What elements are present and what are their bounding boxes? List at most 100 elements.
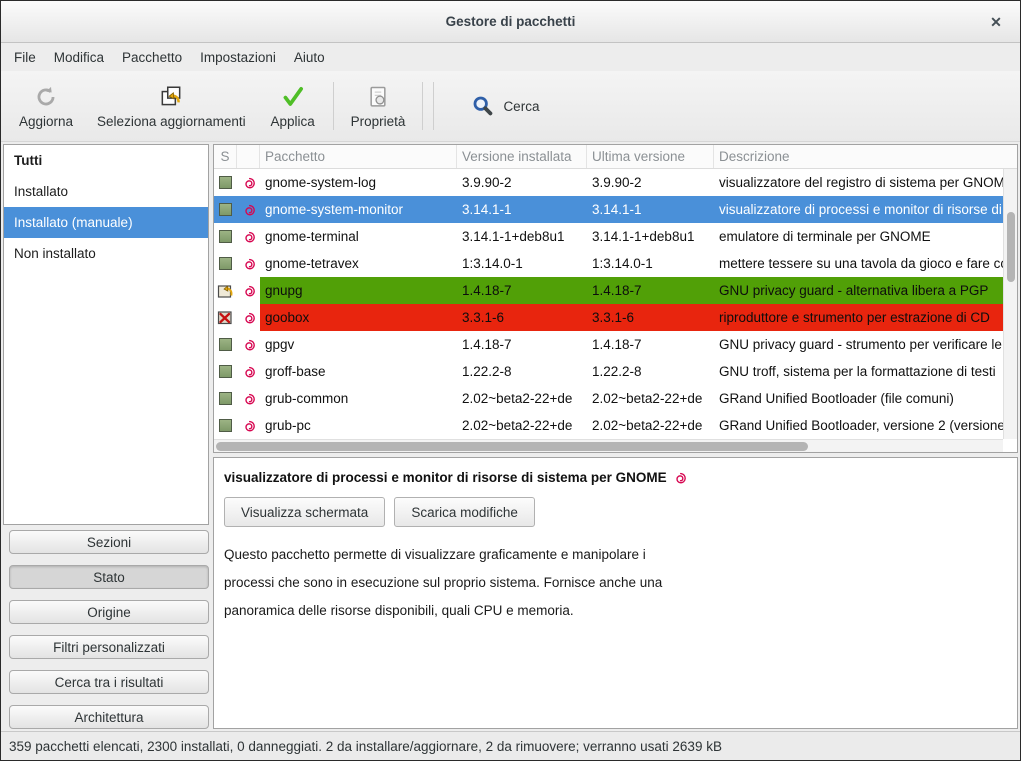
- sidebar-button[interactable]: Origine: [9, 600, 209, 624]
- column-header-status[interactable]: S: [214, 145, 237, 168]
- table-row[interactable]: gnome-system-monitor 3.14.1-1 3.14.1-1 v…: [214, 196, 1003, 223]
- latest-version: 3.14.1-1+deb8u1: [587, 223, 714, 250]
- table-row[interactable]: goobox 3.3.1-6 3.3.1-6 riproduttore e st…: [214, 304, 1003, 331]
- screenshot-button[interactable]: Visualizza schermata: [224, 497, 385, 527]
- menu-file[interactable]: File: [5, 46, 45, 69]
- package-details-pane: visualizzatore di processi e monitor di …: [213, 457, 1018, 729]
- statusbar: 359 pacchetti elencati, 2300 installati,…: [1, 731, 1020, 760]
- toolbar-separator: [333, 82, 334, 130]
- installed-version: 1:3.14.0-1: [457, 250, 587, 277]
- package-description: Questo pacchetto permette di visualizzar…: [224, 541, 1007, 625]
- package-status-icon[interactable]: [214, 223, 237, 250]
- column-header-latest[interactable]: Ultima versione: [587, 145, 714, 168]
- package-status-icon[interactable]: [214, 304, 237, 331]
- package-description-cell: mettere tessere su una tavola da gioco e…: [714, 250, 1003, 277]
- search-icon: [471, 94, 495, 118]
- filter-item[interactable]: Installato (manuale): [4, 207, 208, 238]
- package-description-cell: riproduttore e strumento per estrazione …: [714, 304, 1003, 331]
- package-detail-title-text: visualizzatore di processi e monitor di …: [224, 470, 667, 485]
- package-status-icon[interactable]: [214, 385, 237, 412]
- package-description-cell: emulatore di terminale per GNOME: [714, 223, 1003, 250]
- latest-version: 2.02~beta2-22+de: [587, 385, 714, 412]
- refresh-button[interactable]: Aggiorna: [7, 75, 85, 137]
- menu-modifica[interactable]: Modifica: [45, 46, 113, 69]
- menu-pacchetto[interactable]: Pacchetto: [113, 46, 191, 69]
- main-area: TuttiInstallatoInstallato (manuale)Non i…: [1, 142, 1020, 731]
- debian-swirl-icon: [237, 331, 260, 358]
- installed-version: 2.02~beta2-22+de: [457, 412, 587, 439]
- filter-item[interactable]: Tutti: [4, 145, 208, 176]
- sidebar-button[interactable]: Filtri personalizzati: [9, 635, 209, 659]
- app-window: Gestore di pacchetti ✕ FileModificaPacch…: [0, 0, 1021, 761]
- column-header-package[interactable]: Pacchetto: [260, 145, 457, 168]
- latest-version: 3.9.90-2: [587, 169, 714, 196]
- apply-label: Applica: [271, 114, 315, 129]
- status-filter-list: TuttiInstallatoInstallato (manuale)Non i…: [3, 144, 209, 525]
- horizontal-scrollbar[interactable]: [214, 439, 1003, 452]
- latest-version: 1.4.18-7: [587, 277, 714, 304]
- statusbar-text: 359 pacchetti elencati, 2300 installati,…: [9, 739, 722, 754]
- filter-item[interactable]: Installato: [4, 176, 208, 207]
- installed-version: 1.4.18-7: [457, 331, 587, 358]
- package-panel: S Pacchetto Versione installata Ultima v…: [213, 144, 1018, 729]
- table-row[interactable]: gnome-tetravex 1:3.14.0-1 1:3.14.0-1 met…: [214, 250, 1003, 277]
- toolbar-separator: [422, 82, 423, 130]
- column-header-icon[interactable]: [237, 145, 260, 168]
- table-row[interactable]: gnupg 1.4.18-7 1.4.18-7 GNU privacy guar…: [214, 277, 1003, 304]
- menu-impostazioni[interactable]: Impostazioni: [191, 46, 285, 69]
- package-table: S Pacchetto Versione installata Ultima v…: [213, 144, 1018, 453]
- latest-version: 3.3.1-6: [587, 304, 714, 331]
- filter-mode-buttons: Sezioni Stato Origine Filtri personalizzati…: [3, 530, 209, 729]
- refresh-label: Aggiorna: [19, 114, 73, 129]
- latest-version: 1.22.2-8: [587, 358, 714, 385]
- installed-version: 3.3.1-6: [457, 304, 587, 331]
- package-description-cell: GRand Unified Bootloader (file comuni): [714, 385, 1003, 412]
- installed-version: 1.4.18-7: [457, 277, 587, 304]
- table-row[interactable]: gnome-terminal 3.14.1-1+deb8u1 3.14.1-1+…: [214, 223, 1003, 250]
- package-status-icon[interactable]: [214, 250, 237, 277]
- table-row[interactable]: gnome-system-log 3.9.90-2 3.9.90-2 visua…: [214, 169, 1003, 196]
- apply-button[interactable]: Applica: [258, 75, 328, 137]
- latest-version: 2.02~beta2-22+de: [587, 412, 714, 439]
- titlebar: Gestore di pacchetti ✕: [1, 1, 1020, 43]
- sidebar-button[interactable]: Architettura: [9, 705, 209, 729]
- filter-sidebar: TuttiInstallatoInstallato (manuale)Non i…: [3, 144, 209, 729]
- sidebar-button[interactable]: Stato: [9, 565, 209, 589]
- package-status-icon[interactable]: [214, 169, 237, 196]
- package-description-cell: GNU troff, sistema per la formattazione …: [714, 358, 1003, 385]
- column-header-installed[interactable]: Versione installata: [457, 145, 587, 168]
- package-name: gnupg: [260, 277, 457, 304]
- sidebar-button[interactable]: Cerca tra i risultati: [9, 670, 209, 694]
- horizontal-scrollbar-thumb[interactable]: [216, 442, 808, 451]
- debian-swirl-icon: [237, 250, 260, 277]
- table-row[interactable]: grub-pc 2.02~beta2-22+de 2.02~beta2-22+d…: [214, 412, 1003, 439]
- properties-button[interactable]: Proprietà: [339, 75, 418, 137]
- package-status-icon[interactable]: [214, 412, 237, 439]
- refresh-icon: [33, 83, 59, 111]
- close-icon[interactable]: ✕: [986, 12, 1006, 32]
- column-header-description[interactable]: Descrizione: [714, 145, 1003, 168]
- package-status-icon[interactable]: [214, 358, 237, 385]
- package-status-icon[interactable]: [214, 331, 237, 358]
- search-button[interactable]: Cerca: [457, 84, 553, 128]
- table-row[interactable]: grub-common 2.02~beta2-22+de 2.02~beta2-…: [214, 385, 1003, 412]
- sidebar-button[interactable]: Sezioni: [9, 530, 209, 554]
- latest-version: 1:3.14.0-1: [587, 250, 714, 277]
- package-description-cell: visualizzatore del registro di sistema p…: [714, 169, 1003, 196]
- window-title: Gestore di pacchetti: [446, 14, 576, 29]
- vertical-scrollbar-thumb[interactable]: [1007, 212, 1015, 282]
- package-status-icon[interactable]: [214, 196, 237, 223]
- latest-version: 1.4.18-7: [587, 331, 714, 358]
- changelog-button[interactable]: Scarica modifiche: [394, 497, 535, 527]
- menubar: FileModificaPacchettoImpostazioniAiuto: [1, 43, 1020, 71]
- menu-aiuto[interactable]: Aiuto: [285, 46, 334, 69]
- package-name: grub-pc: [260, 412, 457, 439]
- package-name: gpgv: [260, 331, 457, 358]
- mark-upgrades-button[interactable]: Seleziona aggiornamenti: [85, 75, 258, 137]
- filter-item[interactable]: Non installato: [4, 238, 208, 269]
- table-row[interactable]: groff-base 1.22.2-8 1.22.2-8 GNU troff, …: [214, 358, 1003, 385]
- debian-swirl-icon: [237, 304, 260, 331]
- vertical-scrollbar[interactable]: [1003, 169, 1017, 439]
- table-row[interactable]: gpgv 1.4.18-7 1.4.18-7 GNU privacy guard…: [214, 331, 1003, 358]
- package-status-icon[interactable]: [214, 277, 237, 304]
